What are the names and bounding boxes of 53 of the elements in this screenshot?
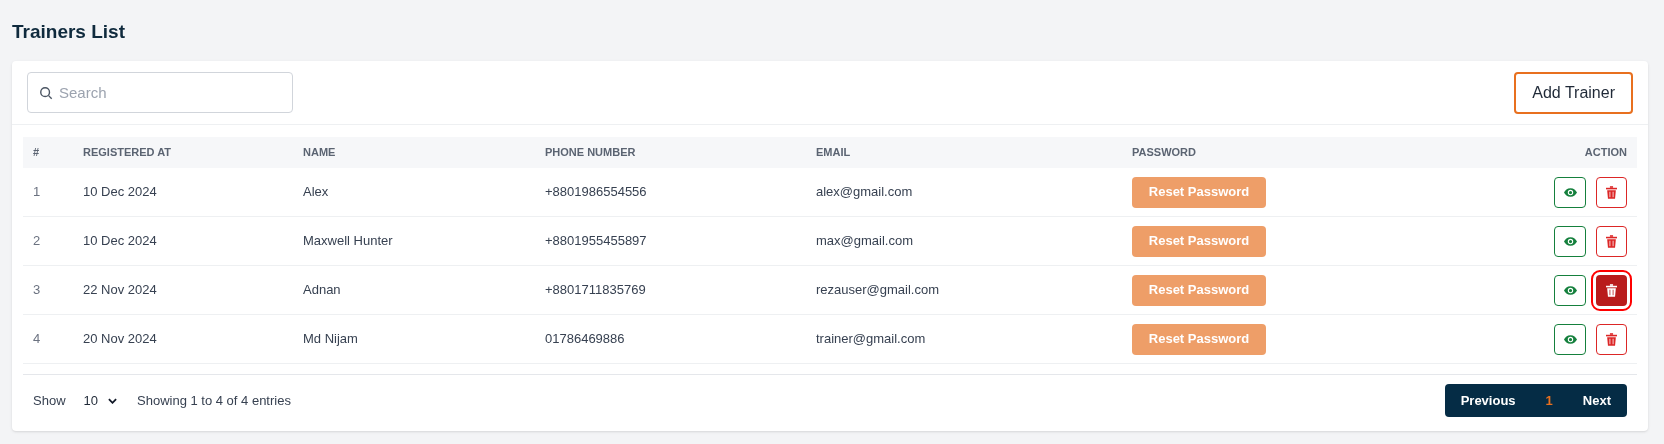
table-cell-text: max@gmail.com — [816, 232, 913, 251]
eye-icon — [1563, 187, 1577, 197]
delete-button[interactable] — [1596, 225, 1627, 257]
table-cell-text: 3 — [33, 281, 41, 300]
column-header: REGISTERED AT — [83, 145, 171, 161]
table-cell-text: 10 Dec 2024 — [83, 232, 157, 251]
page-title: Trainers List — [12, 20, 126, 44]
column-header: PASSWORD — [1132, 145, 1196, 161]
table-cell-text: Maxwell Hunter — [303, 232, 393, 251]
column-header: ACTION — [1584, 145, 1627, 161]
search-icon — [39, 86, 53, 100]
table-cell-text: rezauser@gmail.com — [816, 281, 939, 300]
eye-icon — [1563, 334, 1577, 344]
eye-icon — [1563, 285, 1577, 295]
table-cell-text: +8801986554556 — [545, 183, 647, 202]
delete-button[interactable] — [1596, 176, 1627, 208]
eye-icon — [1563, 236, 1577, 246]
column-header: EMAIL — [816, 145, 851, 161]
trash-icon — [1606, 332, 1617, 346]
table-cell-text: 2 — [33, 232, 41, 251]
table-cell-text: 01786469886 — [545, 330, 625, 349]
column-header: NAME — [303, 145, 336, 161]
trash-icon — [1606, 283, 1617, 297]
table-cell-text: 1 — [33, 183, 41, 202]
table-cell-text: 22 Nov 2024 — [83, 281, 157, 300]
chevron-down-icon — [108, 397, 117, 404]
add-trainer-button[interactable]: Add Trainer — [1514, 71, 1633, 114]
view-button[interactable] — [1554, 274, 1586, 306]
page-size-select[interactable]: 10 — [83, 390, 117, 411]
entries-summary: Showing 1 to 4 of 4 entries — [137, 391, 291, 410]
next-button[interactable]: Next — [1582, 390, 1611, 411]
table-cell-text: Alex — [303, 183, 329, 202]
page-number[interactable]: 1 — [1545, 390, 1553, 411]
trash-icon — [1606, 234, 1617, 248]
column-header: # — [33, 145, 40, 161]
table-cell-text: +8801955455897 — [545, 232, 647, 251]
table-cell-text: alex@gmail.com — [816, 183, 913, 202]
table-cell-text: Adnan — [303, 281, 341, 300]
table-cell-text: +8801711835769 — [545, 281, 646, 300]
table-cell-text: trainer@gmail.com — [816, 330, 926, 349]
trash-icon — [1606, 185, 1617, 199]
table-cell-text: 4 — [33, 330, 41, 349]
table-cell-text: 10 Dec 2024 — [83, 183, 157, 202]
table-cell-text: 20 Nov 2024 — [83, 330, 157, 349]
delete-button[interactable] — [1596, 323, 1627, 355]
column-header: PHONE NUMBER — [545, 145, 636, 161]
view-button[interactable] — [1554, 323, 1586, 355]
previous-button[interactable]: Previous — [1460, 390, 1516, 411]
view-button[interactable] — [1554, 225, 1586, 257]
show-label: Show — [33, 391, 66, 410]
view-button[interactable] — [1554, 176, 1586, 208]
search-field[interactable]: Search — [27, 72, 293, 113]
table-cell-text: Md Nijam — [303, 330, 358, 349]
